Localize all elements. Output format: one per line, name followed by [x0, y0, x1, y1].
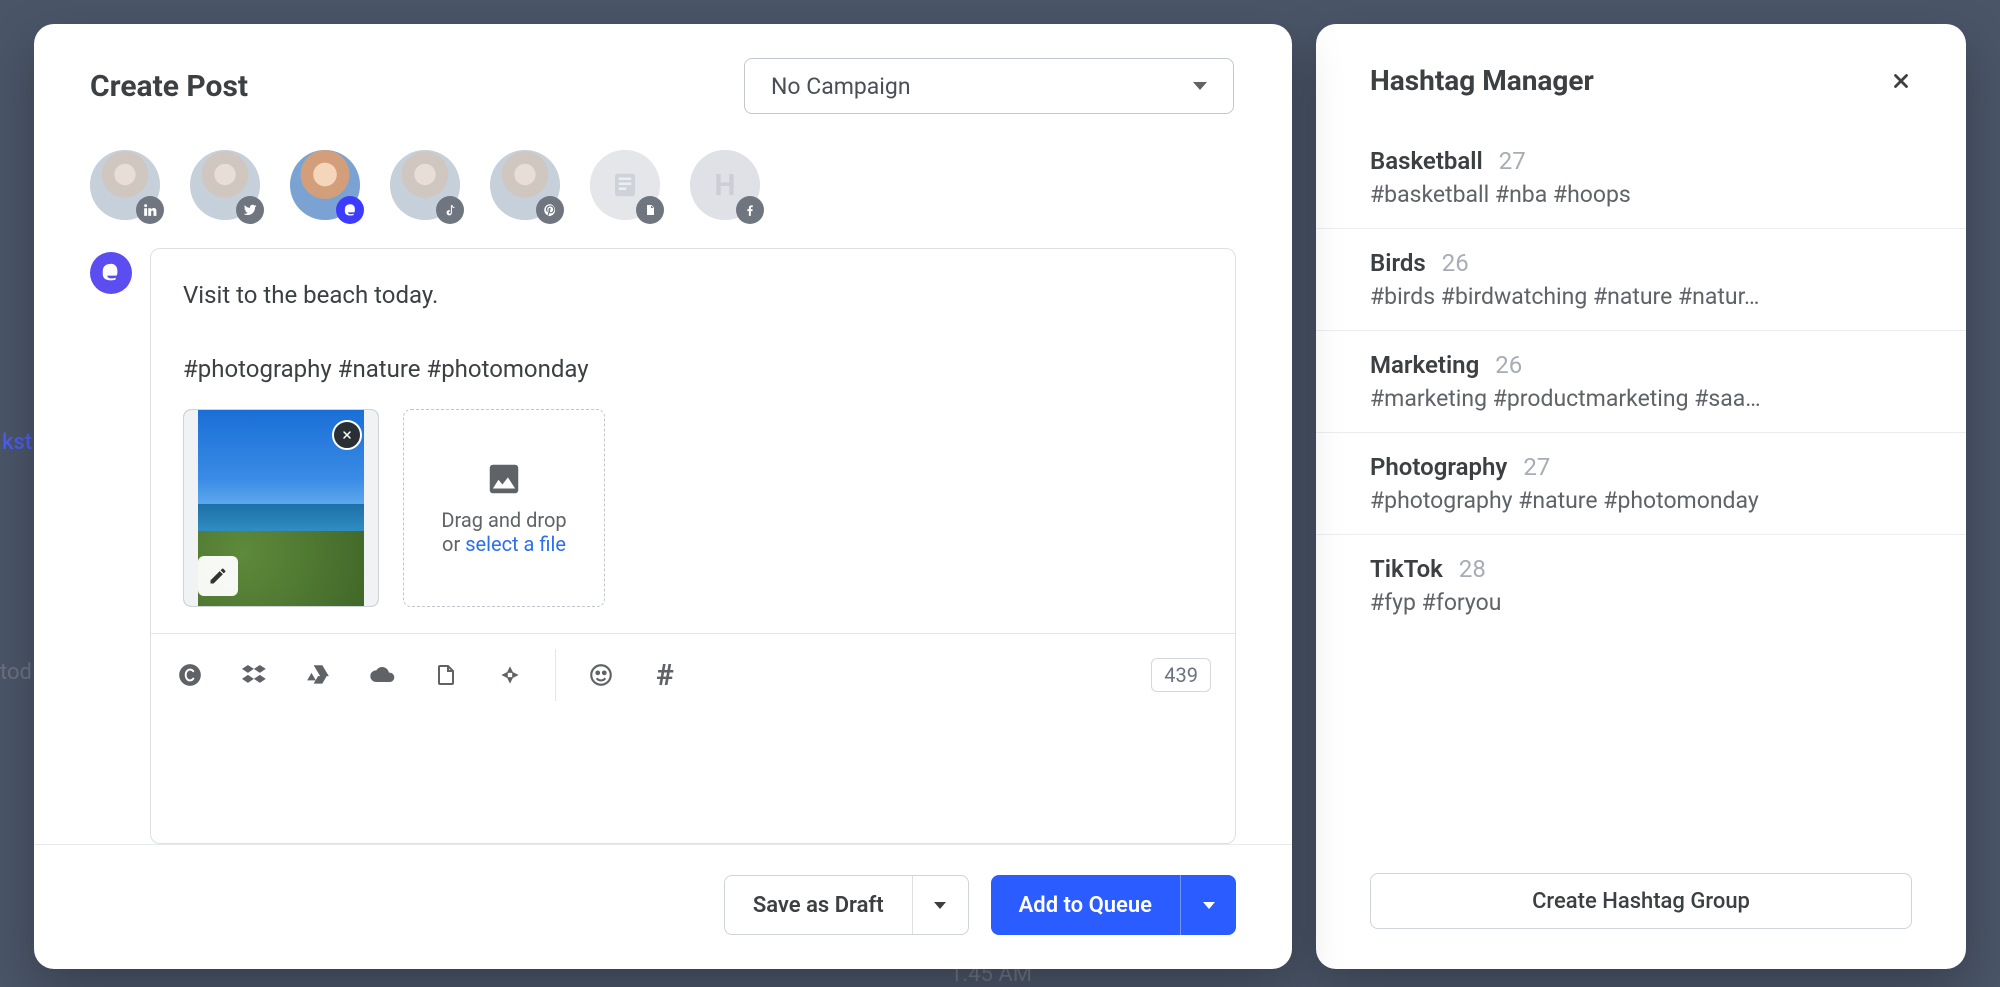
file-icon[interactable]: [431, 660, 461, 690]
channel-twitter[interactable]: [190, 150, 260, 220]
tiktok-icon: [436, 196, 464, 224]
page-title: Create Post: [90, 69, 248, 104]
remove-image-button[interactable]: [332, 420, 362, 450]
pinterest-icon: [536, 196, 564, 224]
dropbox-icon[interactable]: [239, 660, 269, 690]
add-to-queue-dropdown[interactable]: [1180, 875, 1236, 935]
attached-image[interactable]: [183, 409, 379, 607]
save-draft-dropdown[interactable]: [912, 876, 968, 934]
photos-icon[interactable]: [495, 660, 525, 690]
hashtag-group-list: Basketball27 #basketball #nba #hoops Bir…: [1316, 127, 1966, 845]
hashtag-manager-title: Hashtag Manager: [1370, 64, 1594, 97]
background-text: tod: [0, 660, 32, 685]
channel-mastodon[interactable]: [290, 150, 360, 220]
facebook-icon: [736, 196, 764, 224]
post-text-input[interactable]: Visit to the beach today. #photography #…: [151, 249, 1235, 409]
hashtag-icon[interactable]: #: [650, 660, 680, 690]
hashtag-group-item[interactable]: Birds26 #birds #birdwatching #nature #na…: [1316, 229, 1966, 331]
mastodon-icon: [336, 196, 364, 224]
composer: Visit to the beach today. #photography #…: [150, 248, 1236, 844]
composer-toolbar: # 439: [151, 633, 1235, 717]
create-hashtag-group-button[interactable]: Create Hashtag Group: [1370, 873, 1912, 929]
channel-linkedin[interactable]: [90, 150, 160, 220]
dropzone-line1: Drag and drop: [441, 508, 566, 532]
campaign-selected-label: No Campaign: [771, 73, 911, 100]
campaign-select[interactable]: No Campaign: [744, 58, 1234, 114]
mastodon-icon: [90, 252, 132, 294]
character-count: 439: [1151, 658, 1211, 692]
upload-dropzone[interactable]: Drag and drop or select a file: [403, 409, 605, 607]
edit-image-button[interactable]: [198, 556, 238, 596]
channel-facebook[interactable]: H: [690, 150, 760, 220]
hashtag-group-item[interactable]: Photography27 #photography #nature #phot…: [1316, 433, 1966, 535]
save-draft-button[interactable]: Save as Draft: [724, 875, 969, 935]
background-text: kst: [0, 430, 32, 455]
linkedin-icon: [136, 196, 164, 224]
channel-pinterest[interactable]: [490, 150, 560, 220]
chevron-down-icon: [1203, 902, 1215, 909]
onedrive-icon[interactable]: [367, 660, 397, 690]
dropzone-line2-prefix: or: [442, 532, 465, 556]
close-button[interactable]: [1890, 70, 1912, 92]
select-file-link[interactable]: select a file: [465, 532, 566, 556]
channel-tiktok[interactable]: [390, 150, 460, 220]
twitter-icon: [236, 196, 264, 224]
hashtag-group-item[interactable]: Marketing26 #marketing #productmarketing…: [1316, 331, 1966, 433]
document-icon: [636, 196, 664, 224]
image-icon: [485, 460, 523, 498]
hashtag-manager-panel: Hashtag Manager Basketball27 #basketball…: [1316, 24, 1966, 969]
emoji-icon[interactable]: [586, 660, 616, 690]
google-drive-icon[interactable]: [303, 660, 333, 690]
hashtag-group-item[interactable]: Basketball27 #basketball #nba #hoops: [1316, 127, 1966, 229]
channel-startpage[interactable]: [590, 150, 660, 220]
canva-icon[interactable]: [175, 660, 205, 690]
toolbar-divider: [555, 649, 556, 701]
channel-picker: H: [34, 136, 1292, 248]
add-to-queue-button[interactable]: Add to Queue: [991, 875, 1236, 935]
create-post-panel: Create Post No Campaign: [34, 24, 1292, 969]
chevron-down-icon: [1193, 82, 1207, 90]
hashtag-group-item[interactable]: TikTok28 #fyp #foryou: [1316, 535, 1966, 636]
chevron-down-icon: [934, 902, 946, 909]
